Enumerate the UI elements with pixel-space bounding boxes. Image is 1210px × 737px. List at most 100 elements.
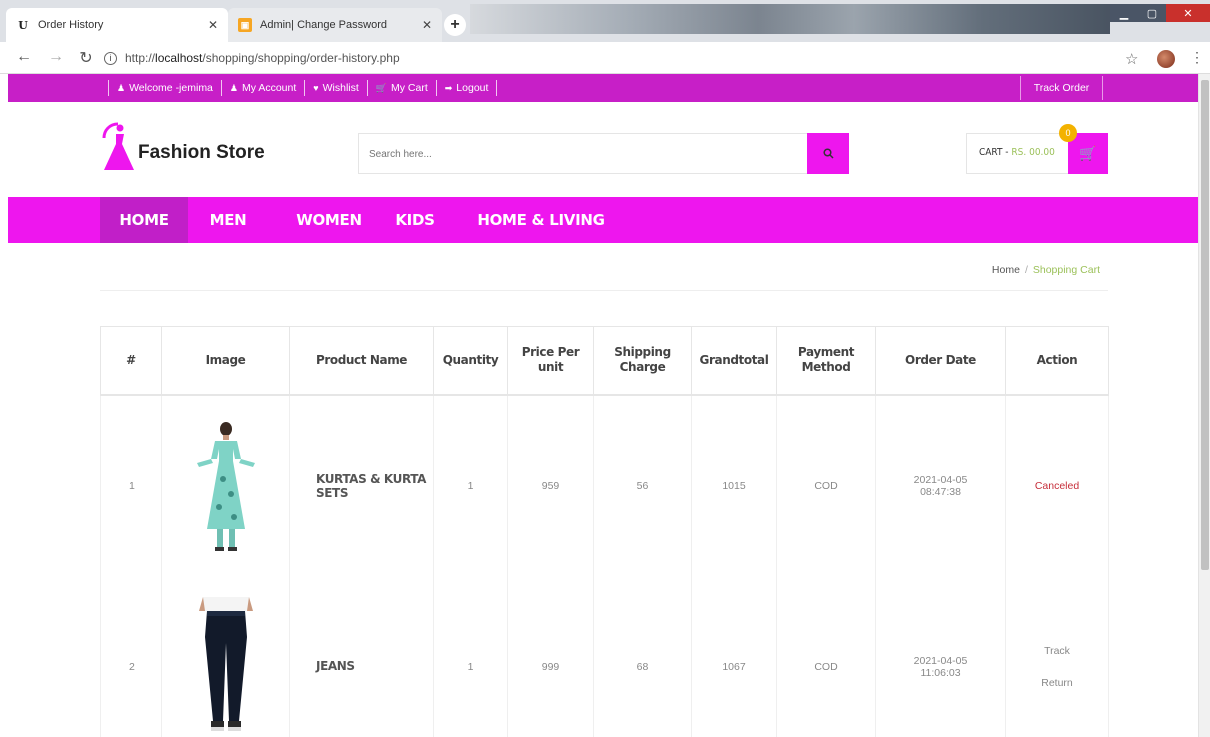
wishlist-link[interactable]: ♥ Wishlist bbox=[313, 82, 359, 94]
cart-amount: RS. 00.00 bbox=[1011, 147, 1055, 158]
page-scrollbar[interactable] bbox=[1198, 74, 1210, 737]
url-path: /shopping/shopping/order-history.php bbox=[202, 51, 400, 65]
wishlist-label: Wishlist bbox=[322, 82, 359, 94]
close-window-icon[interactable]: ✕ bbox=[1166, 4, 1210, 22]
divider bbox=[496, 80, 498, 96]
url-field[interactable]: i http://localhost/shopping/shopping/ord… bbox=[104, 47, 1104, 69]
nav-home[interactable]: HOME bbox=[100, 197, 188, 243]
jeans-product-image[interactable] bbox=[189, 596, 263, 737]
price-cell: 959 bbox=[507, 394, 594, 577]
breadcrumb: Home / Shopping Cart bbox=[992, 264, 1100, 276]
info-icon[interactable]: i bbox=[104, 51, 117, 65]
top-links: ♟ Welcome -jemima ♟ My Account ♥ Wishlist 🛒… bbox=[100, 74, 505, 102]
order-date: 2021-04-05 bbox=[913, 474, 968, 486]
payment-cell: COD bbox=[776, 394, 876, 577]
divider bbox=[435, 80, 437, 96]
order-date: 2021-04-05 bbox=[913, 654, 968, 667]
track-link[interactable]: Track bbox=[1006, 645, 1108, 657]
nav-men[interactable]: MEN bbox=[196, 197, 260, 243]
col-header-price-per-unit: Price Per unit bbox=[507, 326, 594, 396]
order-time: 08:47:38 bbox=[920, 486, 961, 498]
action-cell: Canceled bbox=[1005, 394, 1109, 577]
my-account-link[interactable]: ♟ My Account bbox=[230, 82, 296, 94]
browser-menu-icon[interactable]: ⋮ bbox=[1190, 49, 1204, 66]
admin-favicon-icon: ▣ bbox=[238, 18, 252, 32]
new-tab-icon[interactable]: + bbox=[444, 14, 466, 36]
url-host: localhost bbox=[155, 51, 203, 65]
table-header-row: # Image Product Name Quantity Price Per … bbox=[100, 326, 1109, 396]
store-name: Fashion Store bbox=[138, 142, 265, 163]
col-header-num: # bbox=[100, 326, 162, 396]
col-header-product-name: Product Name bbox=[289, 326, 434, 396]
browser-tab-bar: U Order History ✕ ▣ Admin| Change Passwo… bbox=[0, 0, 1210, 42]
search-input[interactable] bbox=[369, 144, 789, 164]
tab-order-history[interactable]: U Order History ✕ bbox=[6, 8, 228, 42]
welcome-label: Welcome -jemima bbox=[129, 82, 213, 94]
tab-title: Order History bbox=[38, 19, 104, 31]
breadcrumb-home[interactable]: Home bbox=[992, 264, 1020, 276]
col-header-payment-method: Payment Method bbox=[776, 326, 876, 396]
price-cell: 999 bbox=[507, 576, 594, 737]
reload-icon[interactable]: ↻ bbox=[76, 48, 96, 68]
my-account-label: My Account bbox=[241, 82, 297, 94]
nav-women[interactable]: WOMEN bbox=[282, 197, 376, 243]
order-time: 11:06:03 bbox=[920, 666, 961, 679]
logout-link[interactable]: ➡ Logout bbox=[445, 82, 489, 94]
minimize-icon[interactable]: ▁ bbox=[1110, 4, 1138, 22]
address-bar: ← → ↻ i http://localhost/shopping/shoppi… bbox=[0, 42, 1210, 74]
product-name: JEANS bbox=[289, 576, 434, 737]
search-button[interactable] bbox=[807, 133, 849, 174]
window-title-area bbox=[470, 4, 1110, 34]
maximize-icon[interactable]: ▢ bbox=[1138, 4, 1166, 22]
page-content: ♟ Welcome -jemima ♟ My Account ♥ Wishlist 🛒… bbox=[0, 74, 1198, 737]
divider bbox=[366, 80, 368, 96]
shopping-cart-icon: 🛒 bbox=[1079, 145, 1097, 161]
my-cart-label: My Cart bbox=[391, 82, 428, 94]
nav-kids[interactable]: KIDS bbox=[386, 197, 444, 243]
track-order-link[interactable]: Track Order bbox=[1020, 76, 1103, 100]
col-header-order-date: Order Date bbox=[875, 326, 1006, 396]
nav-home-living[interactable]: HOME & LIVING bbox=[466, 197, 616, 243]
url-prefix: http:// bbox=[125, 51, 156, 65]
forward-icon[interactable]: → bbox=[46, 48, 66, 66]
return-link[interactable]: Return bbox=[1006, 677, 1108, 689]
row-number: 1 bbox=[100, 394, 162, 577]
tab-admin-change-password[interactable]: ▣ Admin| Change Password ✕ bbox=[228, 8, 442, 42]
close-tab-icon[interactable]: ✕ bbox=[208, 18, 218, 32]
table-row: 1 KURTAS & KURTA SETS 1 959 56 1015 COD … bbox=[100, 394, 1109, 577]
product-name: KURTAS & KURTA SETS bbox=[289, 394, 434, 577]
cart-label: CART - RS. 00.00 bbox=[979, 147, 1055, 158]
bookmark-star-icon[interactable]: ☆ bbox=[1125, 50, 1138, 68]
search-icon bbox=[822, 148, 834, 159]
shipping-cell: 56 bbox=[593, 394, 692, 577]
back-icon[interactable]: ← bbox=[14, 48, 34, 66]
welcome-link[interactable]: ♟ Welcome -jemima bbox=[117, 82, 213, 94]
shipping-cell: 68 bbox=[593, 576, 692, 737]
cart-icon: 🛒 bbox=[375, 82, 387, 93]
close-tab-icon[interactable]: ✕ bbox=[422, 18, 432, 32]
order-date-cell: 2021-04-05 11:06:03 bbox=[875, 576, 1006, 737]
top-bar: ♟ Welcome -jemima ♟ My Account ♥ Wishlist 🛒… bbox=[8, 74, 1198, 102]
table-row: 2 JEANS 1 999 68 1067 COD 2021-04-05 11:… bbox=[100, 576, 1109, 737]
col-header-grandtotal: Grandtotal bbox=[691, 326, 777, 396]
user-icon: ♟ bbox=[117, 82, 126, 93]
site-favicon-icon: U bbox=[18, 18, 28, 32]
store-logo[interactable]: Fashion Store bbox=[98, 118, 265, 174]
breadcrumb-current: Shopping Cart bbox=[1032, 264, 1100, 276]
row-number: 2 bbox=[100, 576, 162, 737]
col-header-action: Action bbox=[1005, 326, 1109, 396]
status-canceled: Canceled bbox=[1034, 480, 1080, 492]
tab-title: Admin| Change Password bbox=[260, 19, 387, 31]
scrollbar-thumb[interactable] bbox=[1201, 80, 1209, 570]
grandtotal-cell: 1015 bbox=[691, 394, 777, 577]
kurta-product-image[interactable] bbox=[189, 419, 263, 553]
cart-text: CART - bbox=[979, 147, 1009, 158]
cart-summary[interactable]: CART - RS. 00.00 🛒 0 bbox=[966, 124, 1108, 174]
logout-label: Logout bbox=[456, 82, 489, 94]
quantity-cell: 1 bbox=[433, 394, 508, 577]
main-navigation: HOME MEN WOMEN KIDS HOME & LIVING bbox=[8, 197, 1198, 243]
heart-icon: ♥ bbox=[313, 83, 319, 93]
window-controls: ▁ ▢ ✕ bbox=[1110, 4, 1210, 22]
profile-avatar-icon[interactable] bbox=[1157, 50, 1175, 68]
my-cart-link[interactable]: 🛒 My Cart bbox=[376, 82, 428, 94]
